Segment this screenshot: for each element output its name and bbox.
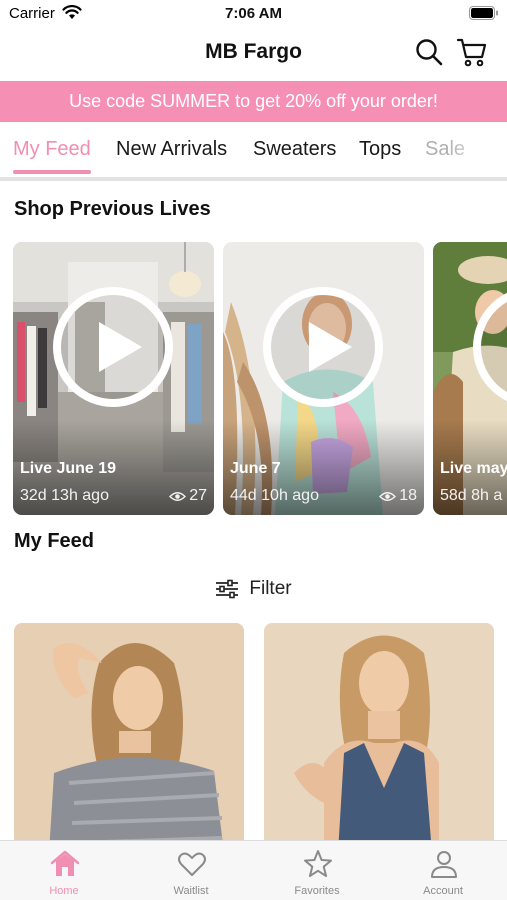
feed-section-title: My Feed xyxy=(14,530,95,552)
tab-waitlist-label: Waitlist xyxy=(173,885,209,897)
filter-label: Filter xyxy=(249,578,292,599)
tab-account[interactable]: Account xyxy=(398,841,488,900)
promo-banner[interactable]: Use code SUMMER to get 20% off your orde… xyxy=(0,81,507,122)
tabs-fade-overlay xyxy=(447,123,507,177)
product-card[interactable] xyxy=(264,623,494,853)
tab-home[interactable]: Home xyxy=(19,841,109,900)
cart-icon[interactable] xyxy=(456,36,488,73)
live-time-ago: 58d 8h a xyxy=(440,487,503,504)
filter-button[interactable]: Filter xyxy=(0,575,507,603)
eye-icon xyxy=(169,491,187,501)
live-title: Live may xyxy=(440,460,507,477)
bottom-tab-bar: Home Waitlist Favorites Account xyxy=(0,840,507,900)
lives-section-title: Shop Previous Lives xyxy=(14,198,211,220)
live-view-count: 18 xyxy=(399,487,417,504)
live-views: 27 xyxy=(169,487,207,505)
tab-account-label: Account xyxy=(423,885,463,897)
person-icon xyxy=(431,851,457,878)
status-time: 7:06 AM xyxy=(225,5,282,22)
tab-home-label: Home xyxy=(49,885,79,897)
heart-icon xyxy=(178,852,206,876)
filter-icon xyxy=(216,579,239,599)
product-image xyxy=(264,623,494,853)
eye-icon xyxy=(379,491,397,501)
play-icon[interactable] xyxy=(263,287,383,407)
tab-favorites[interactable]: Favorites xyxy=(272,841,362,900)
live-card[interactable]: June 7 44d 10h ago 18 xyxy=(223,242,424,515)
product-image xyxy=(14,623,244,853)
tab-sweaters[interactable]: Sweaters xyxy=(253,138,336,161)
live-view-count: 27 xyxy=(189,487,207,504)
live-title: Live June 19 xyxy=(20,460,117,477)
live-title: June 7 xyxy=(230,460,281,477)
tab-tops[interactable]: Tops xyxy=(359,138,401,161)
tab-favorites-label: Favorites xyxy=(294,885,340,897)
battery-icon xyxy=(469,6,499,25)
category-tabs: My Feed New Arrivals Sweaters Tops Sale xyxy=(0,123,507,181)
tab-my-feed[interactable]: My Feed xyxy=(13,138,91,161)
play-icon[interactable] xyxy=(53,287,173,407)
tab-new-arrivals[interactable]: New Arrivals xyxy=(116,138,227,161)
active-tab-indicator xyxy=(13,170,91,174)
home-icon xyxy=(50,850,80,876)
live-time-ago: 44d 10h ago xyxy=(230,487,319,504)
live-time-ago: 32d 13h ago xyxy=(20,487,109,504)
star-icon xyxy=(304,850,332,877)
lives-carousel[interactable]: Live June 19 32d 13h ago 27 June 7 44d 1… xyxy=(0,242,507,515)
tab-waitlist[interactable]: Waitlist xyxy=(146,841,236,900)
status-bar: Carrier 7:06 AM xyxy=(0,0,507,28)
product-card[interactable] xyxy=(14,623,244,853)
nav-bar: MB Fargo xyxy=(0,28,507,80)
promo-text: Use code SUMMER to get 20% off your orde… xyxy=(69,91,438,111)
live-card[interactable]: Live June 19 32d 13h ago 27 xyxy=(13,242,214,515)
live-views: 18 xyxy=(379,487,417,505)
live-card[interactable]: Live may 58d 8h a xyxy=(433,242,507,515)
search-icon[interactable] xyxy=(415,38,443,71)
